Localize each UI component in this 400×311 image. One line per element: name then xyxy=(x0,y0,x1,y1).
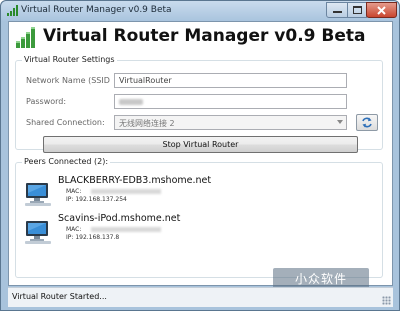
peer-hostname: Scavins-iPod.mshome.net xyxy=(58,213,181,224)
page-title: Virtual Router Manager v0.9 Beta xyxy=(43,26,366,46)
peer-hostname: BLACKBERRY-EDB3.mshome.net xyxy=(58,175,212,186)
peers-group: Peers Connected (2): BLACKBERRY-EDB3.msh… xyxy=(15,157,383,278)
minimize-button[interactable] xyxy=(326,2,348,18)
peer-item[interactable]: BLACKBERRY-EDB3.mshome.net MAC: IP: 192.… xyxy=(24,175,354,215)
network-name-input[interactable]: VirtualRouter xyxy=(114,73,347,88)
peer-item[interactable]: Scavins-iPod.mshome.net MAC: IP: 192.168… xyxy=(24,213,354,253)
app-header: Virtual Router Manager v0.9 Beta xyxy=(15,25,385,51)
redacted-mac xyxy=(91,189,162,194)
password-label: Password: xyxy=(26,97,67,106)
main-panel: Virtual Router Manager v0.9 Beta Virtual… xyxy=(8,21,393,290)
signal-bars-icon xyxy=(16,27,35,48)
shared-connection-select[interactable]: 无线网络连接 2 xyxy=(114,115,347,130)
status-bar: Virtual Router Started... xyxy=(8,287,393,307)
app-icon xyxy=(7,5,18,16)
maximize-icon xyxy=(352,6,362,14)
peer-ip: IP: 192.168.137.254 xyxy=(66,196,127,203)
peer-mac: MAC: xyxy=(66,188,162,195)
chevron-down-icon xyxy=(337,120,343,124)
password-mask xyxy=(119,99,143,105)
shared-connection-value: 无线网络连接 2 xyxy=(119,119,175,128)
close-button[interactable] xyxy=(366,2,397,18)
refresh-icon xyxy=(362,117,372,128)
peer-ip: IP: 192.168.137.8 xyxy=(66,234,120,241)
peer-mac-label: MAC: xyxy=(66,188,82,195)
peer-mac-label: MAC: xyxy=(66,226,82,233)
refresh-connections-button[interactable] xyxy=(356,114,378,131)
computer-monitor-icon xyxy=(25,221,51,244)
peer-mac: MAC: xyxy=(66,226,162,233)
computer-monitor-icon xyxy=(25,183,51,206)
app-window: Virtual Router Manager v0.9 Beta Virtual… xyxy=(0,0,400,311)
status-text: Virtual Router Started... xyxy=(12,292,107,301)
title-bar[interactable]: Virtual Router Manager v0.9 Beta xyxy=(1,1,399,21)
maximize-button[interactable] xyxy=(347,2,367,18)
password-input[interactable] xyxy=(114,94,347,109)
window-title: Virtual Router Manager v0.9 Beta xyxy=(21,5,172,15)
redacted-mac xyxy=(91,227,162,232)
peers-legend: Peers Connected (2): xyxy=(22,157,111,166)
stop-router-button[interactable]: Stop Virtual Router xyxy=(43,136,358,153)
minimize-icon xyxy=(332,11,342,13)
shared-connection-label: Shared Connection: xyxy=(26,118,105,127)
settings-legend: Virtual Router Settings xyxy=(22,55,117,64)
close-icon xyxy=(377,5,386,15)
network-name-label: Network Name (SSID): xyxy=(26,76,110,85)
resize-grip-icon[interactable] xyxy=(382,296,391,305)
